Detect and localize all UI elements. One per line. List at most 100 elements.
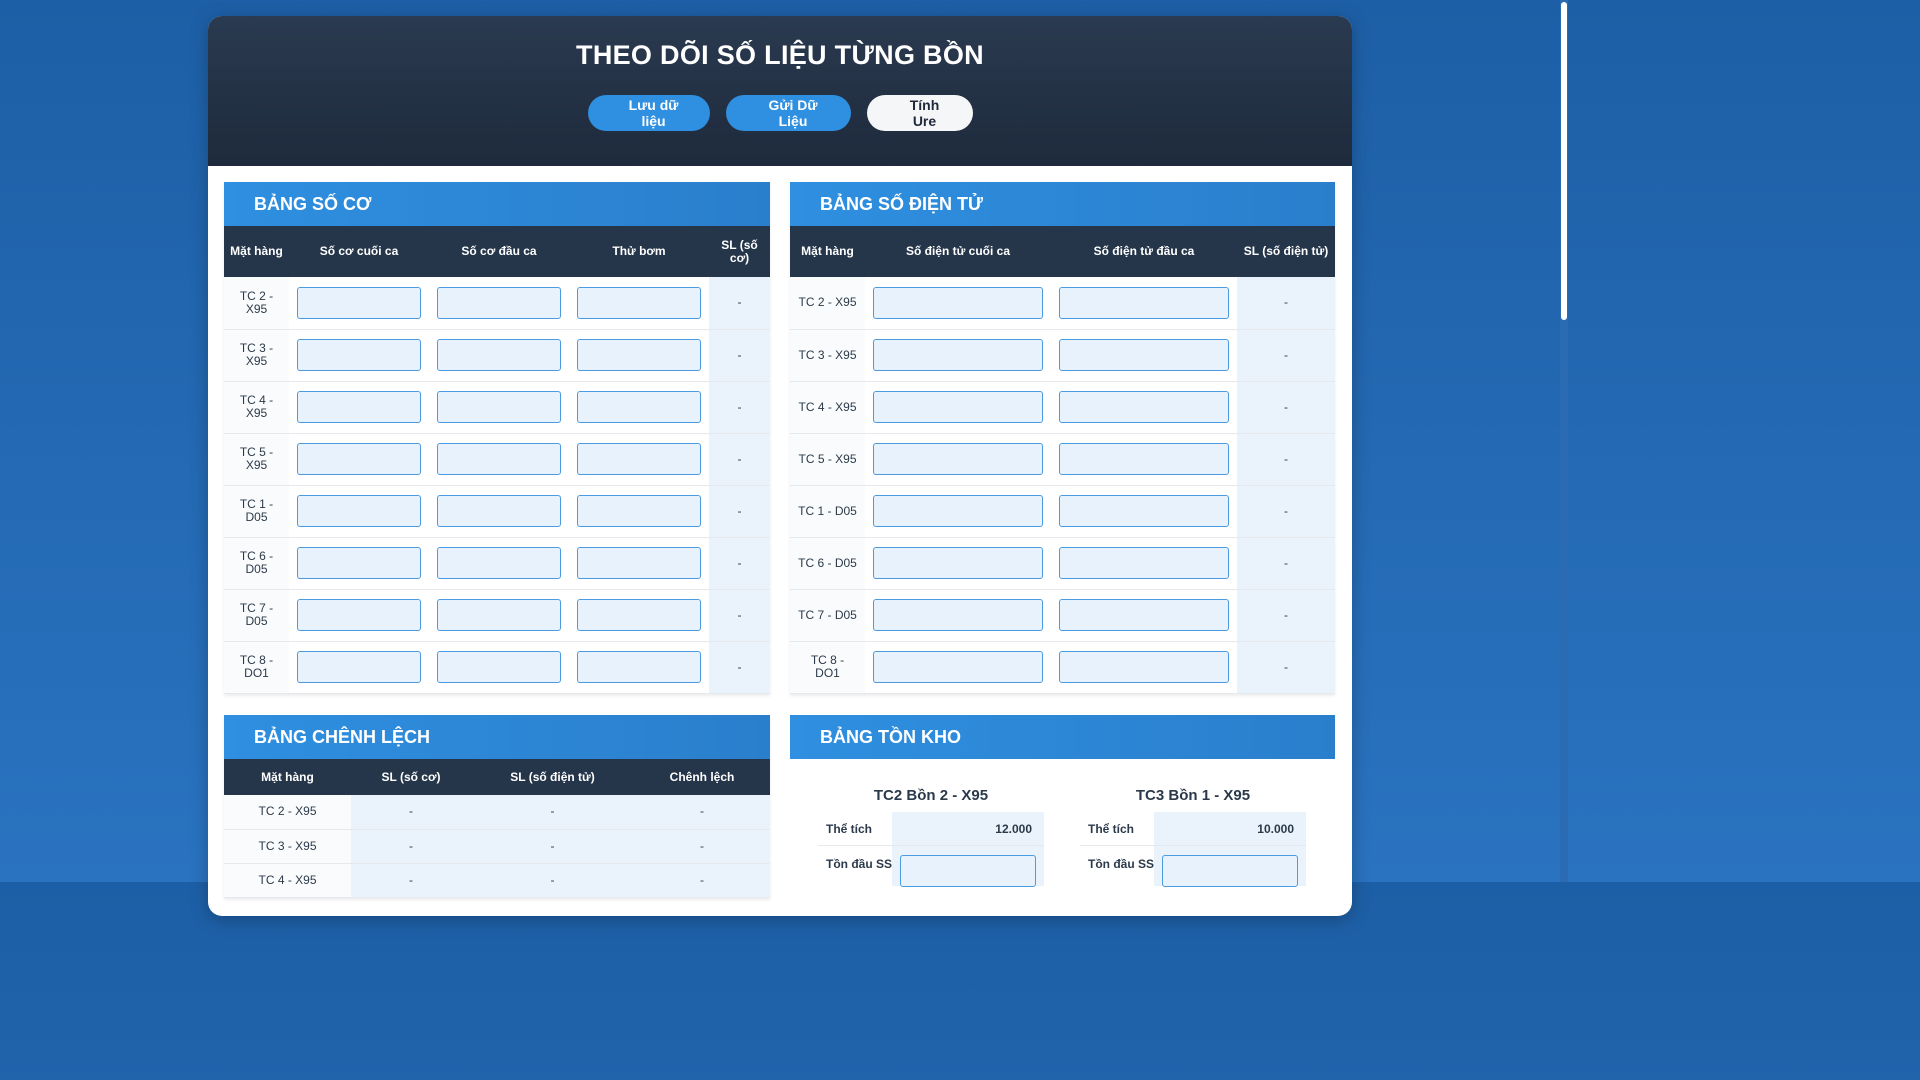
start-stock-input[interactable] — [1162, 855, 1298, 887]
pump-test-input[interactable] — [577, 547, 701, 579]
end-shift-input[interactable] — [297, 495, 421, 527]
end-shift-input[interactable] — [297, 651, 421, 683]
difference-cell: - — [634, 829, 770, 863]
send-data-button[interactable]: Gửi Dữ Liệu — [725, 95, 851, 131]
start-shift-input[interactable] — [1059, 391, 1229, 423]
item-cell: TC 5 - X95 — [790, 433, 865, 485]
end-shift-input[interactable] — [297, 391, 421, 423]
col-header: Số cơ cuối ca — [289, 226, 429, 277]
quantity-cell: - — [709, 381, 770, 433]
item-cell: TC 1 - D05 — [790, 485, 865, 537]
table-row: TC 4 - X95 - — [790, 381, 1335, 433]
end-shift-input[interactable] — [297, 286, 421, 319]
pump-test-input[interactable] — [577, 599, 701, 631]
end-shift-input[interactable] — [873, 443, 1043, 475]
end-shift-input[interactable] — [873, 547, 1043, 579]
quantity-cell: - — [1237, 381, 1335, 433]
end-shift-input[interactable] — [873, 651, 1043, 683]
col-header: Mặt hàng — [224, 226, 289, 277]
table-row: TC 8 - DO1 - — [224, 641, 770, 693]
pump-test-input[interactable] — [577, 651, 701, 683]
input-cell — [1051, 433, 1237, 485]
table-row: TC 1 - D05 - — [790, 485, 1335, 537]
difference-cell: - — [634, 795, 770, 829]
start-stock-input[interactable] — [900, 855, 1036, 887]
start-shift-input[interactable] — [437, 599, 561, 631]
difference-title: BẢNG CHÊNH LỆCH — [224, 715, 770, 759]
end-shift-input[interactable] — [297, 599, 421, 631]
table-row: TC 6 - D05 - — [224, 537, 770, 589]
quantity-cell: - — [709, 485, 770, 537]
input-cell — [569, 433, 709, 485]
end-shift-input[interactable] — [297, 547, 421, 579]
main-card: THEO DÕI SỐ LIỆU TỪNG BỒN Lưu dữ liệu Gử… — [208, 16, 1352, 916]
input-cell — [569, 329, 709, 381]
col-header: Mặt hàng — [224, 759, 351, 795]
end-shift-input[interactable] — [297, 339, 421, 371]
input-cell — [1051, 277, 1237, 329]
save-data-button[interactable]: Lưu dữ liệu — [587, 95, 710, 131]
table-row: TC 2 - X95 - — [224, 277, 770, 329]
col-header: SL (số điện tử) — [471, 759, 634, 795]
start-shift-input[interactable] — [437, 495, 561, 527]
end-shift-input[interactable] — [873, 495, 1043, 527]
pump-test-input[interactable] — [577, 495, 701, 527]
start-shift-input[interactable] — [437, 443, 561, 475]
input-cell — [289, 381, 429, 433]
start-shift-input[interactable] — [437, 286, 561, 319]
input-cell — [1051, 589, 1237, 641]
start-shift-input[interactable] — [1059, 651, 1229, 683]
table-row: TC 7 - D05 - — [224, 589, 770, 641]
table-row: TC 7 - D05 - — [790, 589, 1335, 641]
pump-test-input[interactable] — [577, 391, 701, 423]
start-shift-input[interactable] — [1059, 339, 1229, 371]
pump-test-input[interactable] — [577, 286, 701, 319]
item-cell: TC 3 - X95 — [224, 829, 351, 863]
start-shift-input[interactable] — [437, 547, 561, 579]
input-cell — [429, 537, 569, 589]
pump-test-input[interactable] — [577, 339, 701, 371]
end-shift-input[interactable] — [873, 599, 1043, 631]
table-row: TC 3 - X95 - — [790, 329, 1335, 381]
start-shift-input[interactable] — [1059, 547, 1229, 579]
scrollbar-thumb[interactable] — [1561, 2, 1567, 320]
input-cell — [865, 381, 1051, 433]
quantity-cell: - — [1237, 485, 1335, 537]
pump-test-input[interactable] — [577, 443, 701, 475]
table-row: TC 3 - X95- - - — [224, 829, 770, 863]
table-row: TC 2 - X95- - - — [224, 795, 770, 829]
quantity-cell: - — [709, 329, 770, 381]
input-cell — [569, 485, 709, 537]
start-shift-input[interactable] — [1059, 599, 1229, 631]
input-cell — [429, 277, 569, 329]
difference-panel: BẢNG CHÊNH LỆCH Mặt hàng SL (số cơ) SL (… — [224, 715, 770, 898]
quantity-cell: - — [709, 641, 770, 693]
input-cell — [865, 589, 1051, 641]
start-shift-input[interactable] — [437, 339, 561, 371]
start-shift-input[interactable] — [1059, 495, 1229, 527]
end-shift-input[interactable] — [873, 286, 1043, 319]
col-header: SL (số cơ) — [351, 759, 471, 795]
tank-card: TC2 Bồn 2 - X95 Thể tích 12.000 Tồn đầu … — [818, 787, 1044, 887]
start-shift-input[interactable] — [437, 391, 561, 423]
difference-table: Mặt hàng SL (số cơ) SL (số điện tử) Chên… — [224, 759, 770, 898]
input-cell — [429, 433, 569, 485]
inventory-panel: BẢNG TỒN KHO TC2 Bồn 2 - X95 Thể tích 12… — [790, 715, 1335, 915]
start-shift-input[interactable] — [1059, 286, 1229, 319]
item-cell: TC 4 - X95 — [224, 863, 351, 897]
input-cell — [569, 277, 709, 329]
item-cell: TC 5 - X95 — [224, 433, 289, 485]
end-shift-input[interactable] — [873, 339, 1043, 371]
page-scrollbar[interactable] — [1560, 0, 1568, 882]
end-shift-input[interactable] — [297, 443, 421, 475]
calc-urea-button[interactable]: Tính Ure — [866, 95, 973, 131]
input-cell — [865, 433, 1051, 485]
input-cell — [1051, 485, 1237, 537]
start-shift-input[interactable] — [437, 651, 561, 683]
start-shift-input[interactable] — [1059, 443, 1229, 475]
input-cell — [429, 641, 569, 693]
end-shift-input[interactable] — [873, 391, 1043, 423]
item-cell: TC 6 - D05 — [790, 537, 865, 589]
input-cell — [1051, 381, 1237, 433]
quantity-cell: - — [1237, 641, 1335, 693]
